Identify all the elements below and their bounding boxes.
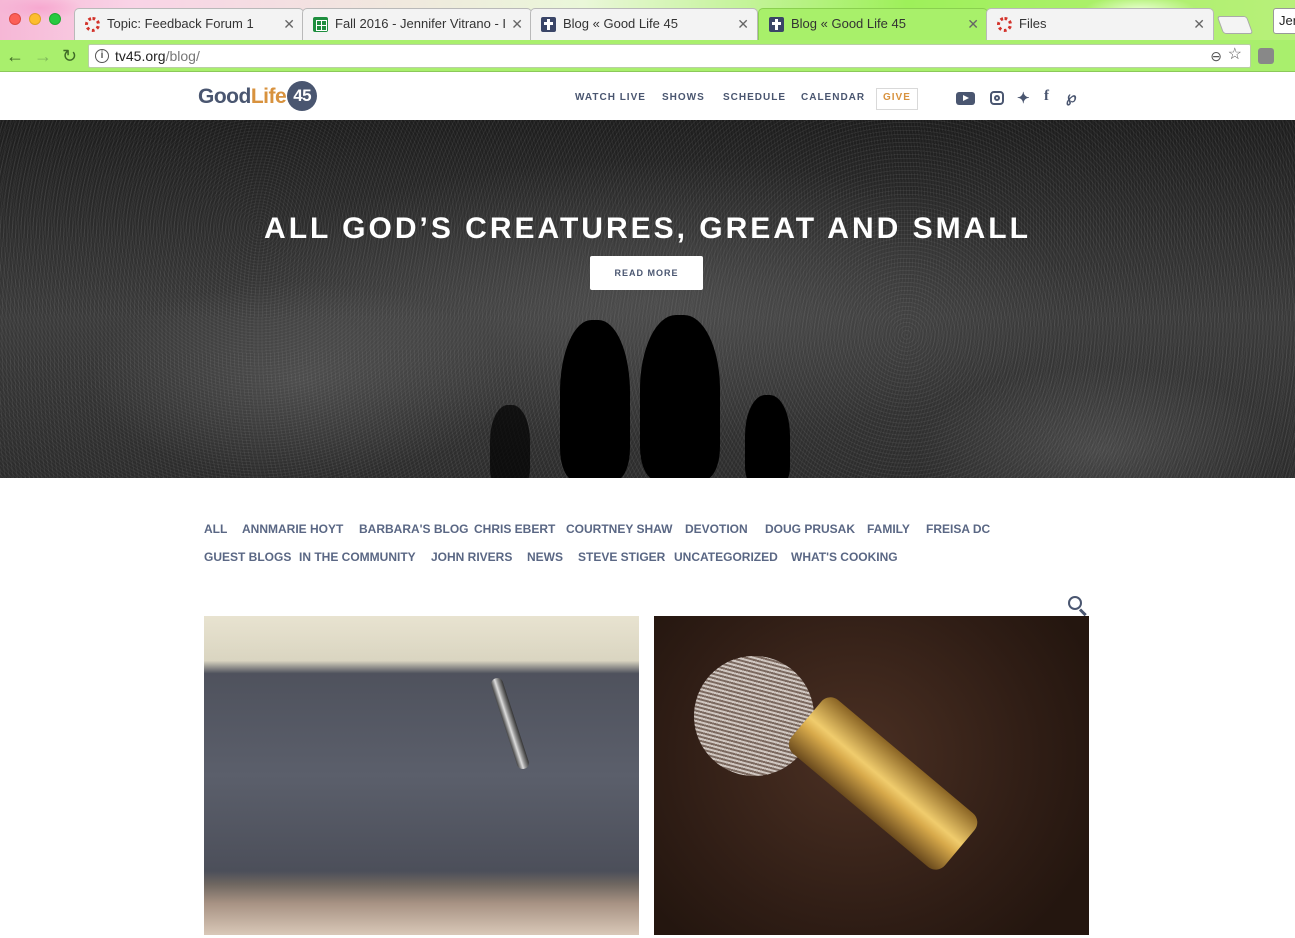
tab-title: Files — [1019, 16, 1047, 31]
category-whats-cooking[interactable]: WHAT'S COOKING — [791, 550, 898, 564]
category-john-rivers[interactable]: JOHN RIVERS — [431, 550, 512, 564]
new-tab-button[interactable] — [1216, 16, 1254, 34]
close-tab-icon[interactable]: ✕ — [283, 9, 295, 39]
url-host: tv45.org — [115, 48, 166, 64]
twitter-icon[interactable]: ✦ — [1017, 89, 1030, 107]
hero-banner: ALL GOD’S CREATURES, GREAT AND SMALL REA… — [0, 120, 1295, 478]
extension-icon[interactable] — [1258, 48, 1274, 64]
nav-schedule[interactable]: SCHEDULE — [723, 92, 786, 103]
blog-post-card-image[interactable] — [654, 616, 1089, 935]
category-guest-blogs[interactable]: GUEST BLOGS — [204, 550, 291, 564]
browser-tab[interactable]: Blog « Good Life 45 ✕ — [530, 8, 758, 40]
category-in-the-community[interactable]: IN THE COMMUNITY — [299, 550, 416, 564]
hero-silhouette — [640, 315, 720, 478]
nav-shows[interactable]: SHOWS — [662, 92, 705, 103]
close-tab-icon[interactable]: ✕ — [1193, 9, 1205, 39]
cross-icon — [769, 17, 784, 32]
read-more-button[interactable]: READ MORE — [590, 256, 703, 290]
facebook-icon[interactable]: f — [1044, 88, 1049, 105]
zoom-icon[interactable]: ⊖ — [1210, 45, 1222, 67]
back-arrow-icon[interactable]: ← — [6, 45, 24, 67]
close-tab-icon[interactable]: ✕ — [967, 9, 979, 39]
browser-toolbar: ← → ↻ i tv45.org/blog/ ⊖ ☆ — [0, 40, 1295, 72]
nav-watch-live[interactable]: WATCH LIVE — [575, 92, 646, 103]
blog-post-card-image[interactable] — [204, 616, 639, 935]
close-tab-icon[interactable]: ✕ — [511, 9, 523, 39]
tab-title: Fall 2016 - Jennifer Vitrano - I — [335, 16, 507, 31]
browser-tab-strip: Topic: Feedback Forum 1 ✕ Fall 2016 - Je… — [0, 0, 1295, 40]
category-barbaras-blog[interactable]: BARBARA'S BLOG — [359, 522, 469, 536]
pinterest-icon[interactable]: ℘ — [1066, 88, 1076, 106]
category-all[interactable]: ALL — [204, 522, 227, 536]
category-courtney-shaw[interactable]: COURTNEY SHAW — [566, 522, 672, 536]
category-freisa-dc[interactable]: FREISA DC — [926, 522, 990, 536]
cross-icon — [541, 17, 556, 32]
category-doug-prusak[interactable]: DOUG PRUSAK — [765, 522, 855, 536]
zoom-window-button[interactable] — [49, 13, 61, 25]
forward-arrow-icon[interactable]: → — [34, 45, 52, 67]
logo-text-good: Good — [198, 85, 251, 108]
site-header: GoodLife 45 WATCH LIVE SHOWS SCHEDULE CAL… — [0, 73, 1295, 120]
reload-icon[interactable]: ↻ — [62, 45, 77, 67]
hero-silhouette — [560, 320, 630, 478]
youtube-icon[interactable] — [956, 92, 975, 105]
logo-text-life: Life — [250, 85, 287, 108]
instagram-icon[interactable] — [990, 91, 1004, 105]
hero-silhouette — [745, 395, 790, 478]
url-path: /blog/ — [165, 48, 200, 64]
category-uncategorized[interactable]: UNCATEGORIZED — [674, 550, 778, 564]
close-tab-icon[interactable]: ✕ — [737, 9, 749, 39]
browser-tab[interactable]: Topic: Feedback Forum 1 ✕ — [74, 8, 304, 40]
browser-tab[interactable]: Fall 2016 - Jennifer Vitrano - I ✕ — [302, 8, 532, 40]
category-news[interactable]: NEWS — [527, 550, 563, 564]
profile-button[interactable]: Jen — [1273, 8, 1295, 34]
pen-illustration — [489, 676, 531, 771]
search-icon[interactable] — [1068, 596, 1088, 617]
ring-icon — [85, 17, 100, 32]
hero-silhouette — [490, 405, 530, 478]
logo-badge: 45 — [287, 81, 318, 111]
close-window-button[interactable] — [9, 13, 21, 25]
category-family[interactable]: FAMILY — [867, 522, 910, 536]
info-icon[interactable]: i — [95, 49, 109, 63]
give-button[interactable]: GIVE — [876, 88, 918, 110]
tab-title: Blog « Good Life 45 — [563, 16, 678, 31]
ring-icon — [997, 17, 1012, 32]
browser-tab[interactable]: Files ✕ — [986, 8, 1214, 40]
category-annmarie-hoyt[interactable]: ANNMARIE HOYT — [242, 522, 343, 536]
browser-tab-active[interactable]: Blog « Good Life 45 ✕ — [758, 8, 988, 40]
nav-calendar[interactable]: CALENDAR — [801, 92, 865, 103]
microphone-body-illustration — [784, 692, 983, 875]
category-steve-stiger[interactable]: STEVE STIGER — [578, 550, 665, 564]
hero-title: ALL GOD’S CREATURES, GREAT AND SMALL — [264, 212, 1031, 245]
site-logo[interactable]: GoodLife 45 — [198, 81, 318, 113]
minimize-window-button[interactable] — [29, 13, 41, 25]
tab-title: Blog « Good Life 45 — [791, 16, 906, 31]
address-bar[interactable]: i tv45.org/blog/ ⊖ ☆ — [88, 44, 1251, 68]
category-chris-ebert[interactable]: CHRIS EBERT — [474, 522, 555, 536]
spreadsheet-icon — [313, 17, 328, 32]
tab-title: Topic: Feedback Forum 1 — [107, 16, 254, 31]
category-devotion[interactable]: DEVOTION — [685, 522, 748, 536]
bookmark-star-icon[interactable]: ☆ — [1228, 44, 1242, 66]
